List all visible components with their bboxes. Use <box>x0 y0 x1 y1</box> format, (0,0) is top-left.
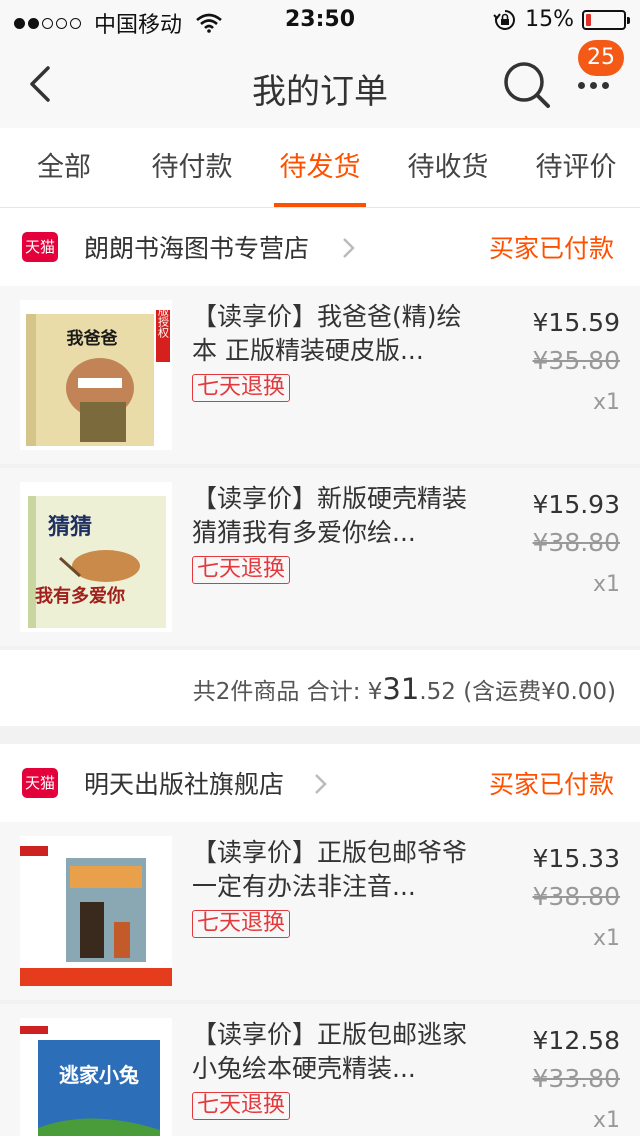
order-total: 共2件商品 合计: ¥31.52 (含运费¥0.00) <box>193 672 616 706</box>
item-count-label: 共2件商品 合计: <box>192 679 361 705</box>
back-chevron-icon[interactable] <box>18 60 66 108</box>
shop-name[interactable]: 朗朗书海图书专营店 <box>84 229 309 265</box>
message-count-badge: 25 <box>578 40 624 76</box>
order-summary: 共2件商品 合计: ¥31.52 (含运费¥0.00) <box>0 650 640 726</box>
battery-fill <box>586 13 592 26</box>
item-original-price: ¥35.80 <box>532 346 620 375</box>
battery-icon <box>582 9 630 30</box>
tab-pending-shipment[interactable]: 待发货 <box>256 128 384 207</box>
item-title[interactable]: 【读享价】新版硬壳精装 猜猜我有多爱你绘... <box>192 482 482 550</box>
return-policy-tag: 七天退换 <box>192 910 291 938</box>
search-icon[interactable] <box>500 58 554 112</box>
shop-header[interactable]: 天猫 明天出版社旗舰店 买家已付款 <box>0 744 640 822</box>
total-integer: 31 <box>382 672 420 706</box>
order-item[interactable]: 【读享价】正版包邮爷爷一定有办法非注音... 七天退换 ¥15.33 ¥38.8… <box>0 822 640 1000</box>
cover-side-text: 正版授权 <box>157 300 170 339</box>
book-cover-image: 正版授权 我爸爸 <box>20 300 172 450</box>
order-tabs: 全部 待付款 待发货 待收货 待评价 <box>0 128 640 208</box>
item-price: ¥15.93 <box>532 490 620 519</box>
cover-subtitle-text: 我有多爱你 <box>35 585 125 607</box>
return-policy-tag: 七天退换 <box>192 556 291 584</box>
item-title[interactable]: 【读享价】正版包邮爷爷一定有办法非注音... <box>192 836 482 904</box>
cover-title-text: 逃家小兔 <box>59 1063 139 1087</box>
shipping-fee: (含运费¥0.00) <box>463 679 616 705</box>
item-quantity: x1 <box>592 572 620 597</box>
chevron-right-icon <box>315 774 327 794</box>
item-quantity: x1 <box>592 926 620 951</box>
order-item[interactable]: 逃家小兔 【读享价】正版包邮逃家小兔绘本硬壳精装... 七天退换 ¥12.58 … <box>0 1004 640 1136</box>
status-right: 15% <box>493 7 630 32</box>
item-title[interactable]: 【读享价】我爸爸(精)绘本 正版精装硬皮版... <box>192 300 482 368</box>
order-status: 买家已付款 <box>488 770 614 799</box>
order-item[interactable]: 猜猜 我有多爱你 【读享价】新版硬壳精装 猜猜我有多爱你绘... 七天退换 ¥1… <box>0 468 640 646</box>
tab-pending-payment[interactable]: 待付款 <box>128 128 256 207</box>
nav-bar: 我的订单 <box>0 40 640 128</box>
item-price: ¥15.33 <box>532 844 620 873</box>
tab-all[interactable]: 全部 <box>0 128 128 207</box>
item-price: ¥15.59 <box>532 308 620 337</box>
item-title[interactable]: 【读享价】正版包邮逃家小兔绘本硬壳精装... <box>192 1018 482 1086</box>
item-original-price: ¥33.80 <box>532 1064 620 1093</box>
tmall-icon: 天猫 <box>22 232 58 262</box>
item-original-price: ¥38.80 <box>532 882 620 911</box>
order-status: 买家已付款 <box>488 234 614 263</box>
currency-symbol: ¥ <box>367 679 383 705</box>
book-cover-image: 逃家小兔 <box>20 1018 172 1136</box>
total-decimal: .52 <box>419 679 456 705</box>
status-bar: 中国移动 23:50 15% <box>0 0 640 40</box>
item-original-price: ¥38.80 <box>532 528 620 557</box>
cover-title-text: 猜猜 <box>47 515 92 540</box>
tab-pending-review[interactable]: 待评价 <box>512 128 640 207</box>
item-quantity: x1 <box>592 390 620 415</box>
shop-name[interactable]: 明天出版社旗舰店 <box>84 765 284 801</box>
tmall-icon: 天猫 <box>22 768 58 798</box>
battery-percent: 15% <box>525 7 574 32</box>
cover-title-text: 我爸爸 <box>67 328 118 349</box>
shop-header[interactable]: 天猫 朗朗书海图书专营店 买家已付款 <box>0 208 640 286</box>
item-quantity: x1 <box>592 1108 620 1133</box>
return-policy-tag: 七天退换 <box>192 374 291 402</box>
return-policy-tag: 七天退换 <box>192 1092 291 1120</box>
item-price: ¥12.58 <box>532 1026 620 1055</box>
book-cover-image <box>20 836 172 986</box>
order-item[interactable]: 正版授权 我爸爸 【读享价】我爸爸(精)绘本 正版精装硬皮版... 七天退换 ¥… <box>0 286 640 464</box>
tab-pending-receipt[interactable]: 待收货 <box>384 128 512 207</box>
chevron-right-icon <box>343 238 355 258</box>
book-cover-image: 猜猜 我有多爱你 <box>20 482 172 632</box>
rotation-lock-icon <box>493 9 516 30</box>
